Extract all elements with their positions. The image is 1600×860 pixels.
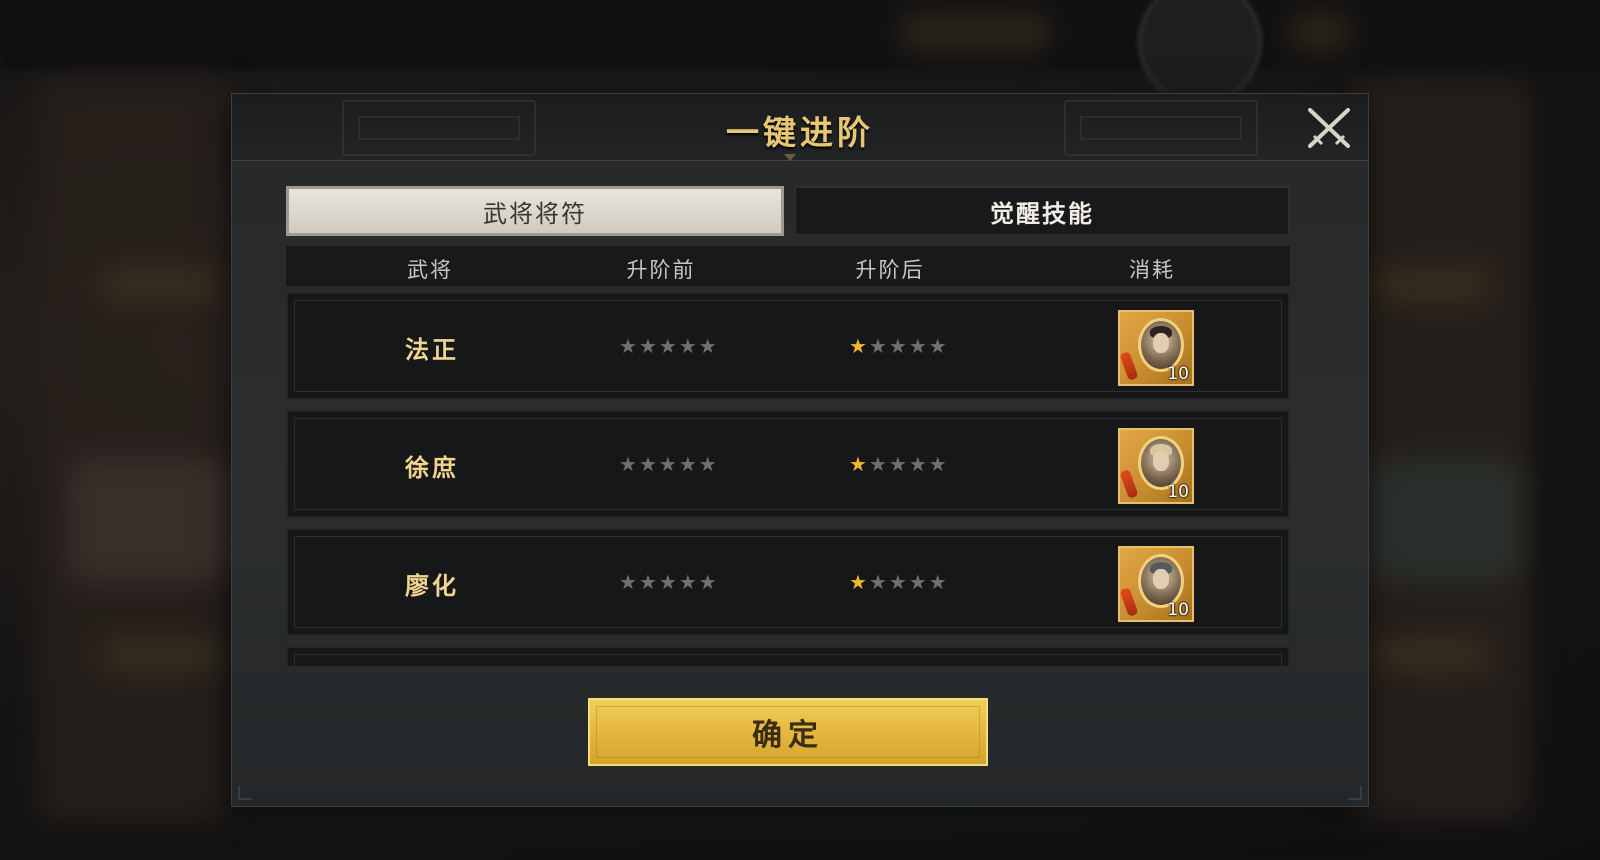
- tassel-icon: [1119, 587, 1139, 617]
- advance-dialog: 一键进阶 武将将符 觉醒技能 武将 升阶前 升阶后 消耗 法正 ★ ★ ★ ★ ★ ★ ★…: [232, 94, 1368, 806]
- star-empty-icon: ★: [658, 334, 677, 358]
- stars-before: ★ ★ ★ ★ ★: [619, 570, 717, 594]
- star-empty-icon: ★: [638, 334, 657, 358]
- star-empty-icon: ★: [908, 570, 927, 594]
- tassel-icon: [1119, 351, 1139, 381]
- frame-corner: [238, 786, 252, 800]
- confirm-label: 确定: [752, 718, 824, 753]
- star-empty-icon: ★: [868, 452, 887, 476]
- star-empty-icon: ★: [888, 334, 907, 358]
- star-empty-icon: ★: [619, 334, 637, 358]
- column-header-general: 武将: [407, 258, 453, 282]
- star-empty-icon: ★: [658, 452, 677, 476]
- table-row: 徐庶 ★ ★ ★ ★ ★ ★ ★ ★ ★ ★ 10: [286, 410, 1290, 518]
- star-empty-icon: ★: [928, 570, 947, 594]
- table-row: 廖化 ★ ★ ★ ★ ★ ★ ★ ★ ★ ★ 10: [286, 528, 1290, 636]
- stars-before: ★ ★ ★ ★ ★: [619, 452, 717, 476]
- confirm-button[interactable]: 确定: [588, 698, 988, 766]
- cost-item[interactable]: 10: [1118, 310, 1194, 386]
- general-name: 廖化: [405, 571, 459, 600]
- star-empty-icon: ★: [678, 570, 697, 594]
- star-empty-icon: ★: [888, 452, 907, 476]
- star-empty-icon: ★: [638, 452, 657, 476]
- star-empty-icon: ★: [698, 334, 717, 358]
- star-empty-icon: ★: [698, 570, 717, 594]
- dialog-header: 一键进阶: [232, 94, 1368, 161]
- cost-count: 10: [1167, 482, 1189, 502]
- star-empty-icon: ★: [698, 452, 717, 476]
- column-header-after: 升阶后: [855, 258, 925, 282]
- column-header-before: 升阶前: [626, 258, 696, 282]
- cost-count: 10: [1167, 600, 1189, 620]
- star-empty-icon: ★: [658, 570, 677, 594]
- crossed-swords-close-icon: [1308, 108, 1350, 148]
- star-filled-icon: ★: [849, 570, 867, 594]
- table-header: 武将 升阶前 升阶后 消耗: [286, 246, 1290, 286]
- dialog-title: 一键进阶: [726, 113, 874, 152]
- stars-after: ★ ★ ★ ★ ★: [849, 334, 947, 358]
- star-empty-icon: ★: [888, 570, 907, 594]
- cost-item[interactable]: 10: [1118, 546, 1194, 622]
- cost-item[interactable]: 10: [1118, 428, 1194, 504]
- advance-list[interactable]: 法正 ★ ★ ★ ★ ★ ★ ★ ★ ★ ★ 10 徐庶 ★ ★ ★ ★ ★ ★ ★ ★ ★ ★ 10 廖化 ★…: [286, 292, 1290, 666]
- table-row: 法正 ★ ★ ★ ★ ★ ★ ★ ★ ★ ★ 10: [286, 292, 1290, 400]
- column-header-cost: 消耗: [1129, 258, 1175, 282]
- star-empty-icon: ★: [678, 452, 697, 476]
- star-empty-icon: ★: [928, 334, 947, 358]
- star-empty-icon: ★: [638, 570, 657, 594]
- stars-before: ★ ★ ★ ★ ★: [619, 334, 717, 358]
- star-empty-icon: ★: [619, 570, 637, 594]
- tab-label: 觉醒技能: [990, 199, 1094, 228]
- general-name: 徐庶: [405, 453, 459, 482]
- stars-after: ★ ★ ★ ★ ★: [849, 452, 947, 476]
- tassel-icon: [1119, 469, 1139, 499]
- tab-awaken-skill[interactable]: 觉醒技能: [794, 186, 1290, 236]
- star-empty-icon: ★: [868, 570, 887, 594]
- star-filled-icon: ★: [849, 452, 867, 476]
- star-empty-icon: ★: [908, 452, 927, 476]
- table-row-partial: [286, 646, 1290, 666]
- tab-label: 武将将符: [483, 199, 587, 228]
- star-empty-icon: ★: [928, 452, 947, 476]
- star-empty-icon: ★: [678, 334, 697, 358]
- cost-count: 10: [1167, 364, 1189, 384]
- title-notch: [784, 154, 796, 161]
- close-button[interactable]: [1304, 106, 1354, 150]
- star-empty-icon: ★: [619, 452, 637, 476]
- star-empty-icon: ★: [868, 334, 887, 358]
- tab-general-token[interactable]: 武将将符: [286, 186, 784, 236]
- star-empty-icon: ★: [908, 334, 927, 358]
- frame-corner: [1348, 786, 1362, 800]
- stars-after: ★ ★ ★ ★ ★: [849, 570, 947, 594]
- general-name: 法正: [405, 335, 459, 364]
- star-filled-icon: ★: [849, 334, 867, 358]
